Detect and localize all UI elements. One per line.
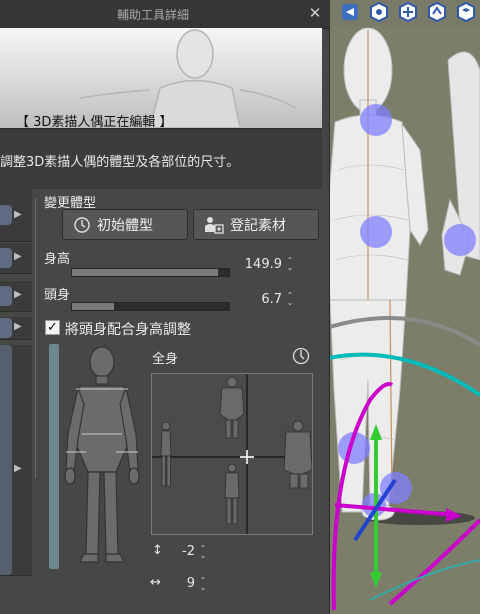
height-slider[interactable] [71, 268, 230, 277]
category-icon [0, 286, 12, 306]
horizontal-offset-value[interactable]: 9 [145, 576, 195, 591]
link-head-height-label: 將頭身配合身高調整 [65, 322, 191, 338]
reset-icon [74, 216, 90, 233]
head-ratio-label: 頭身 [44, 288, 71, 303]
pan-icon[interactable] [396, 0, 420, 24]
head-ratio-value[interactable]: 6.7 [232, 292, 282, 307]
initial-body-button[interactable]: 初始體型 [62, 209, 188, 240]
horizontal-offset-spin-icon[interactable]: ⌃ ⌄ [198, 577, 208, 592]
category-tab-5[interactable]: ▶ [0, 345, 32, 576]
preview-area: 【 3D素描人偶正在編輯 】 [0, 28, 322, 128]
vertical-offset-spin-icon[interactable]: ⌃ ⌄ [198, 545, 208, 560]
move-icon[interactable] [425, 0, 449, 24]
3d-scene[interactable] [330, 0, 480, 614]
height-label: 身高 [44, 252, 71, 267]
expand-arrow-icon[interactable]: ▶ [14, 321, 22, 332]
vertical-offset-value[interactable]: -2 [145, 544, 195, 559]
description-bar: 調整3D素描人偶的體型及各部位的尺寸。 [0, 128, 322, 190]
category-tab-4[interactable]: ▶ [0, 317, 32, 340]
category-icon [0, 248, 12, 268]
panel-content: ▶ ▶ ▶ ▶ ▶ 變更體型 初始體型 登記素材 身高 149.9 ⌃ ⌄ 頭身… [0, 189, 322, 614]
register-material-button-label: 登記素材 [230, 217, 286, 234]
height-slider-fill [72, 269, 218, 276]
head-ratio-spin-icon[interactable]: ⌃ ⌄ [285, 292, 295, 307]
editing-status-label: 【 3D素描人偶正在編輯 】 [16, 115, 173, 128]
category-tab-1[interactable]: ▶ [0, 189, 32, 242]
height-spin-icon[interactable]: ⌃ ⌄ [285, 257, 295, 272]
tree-connector-line [35, 198, 36, 478]
camera-move-icon[interactable] [338, 0, 362, 24]
head-ratio-slider-fill [72, 303, 115, 310]
register-material-icon [205, 216, 224, 234]
full-body-label: 全身 [152, 352, 179, 367]
layer-icon[interactable] [454, 0, 478, 24]
body-shape-grid-diagram [152, 374, 313, 534]
3d-viewport[interactable] [330, 0, 480, 614]
grid-silhouettes [160, 376, 313, 525]
close-icon[interactable]: ✕ [306, 4, 324, 22]
description-text: 調整3D素描人偶的體型及各部位的尺寸。 [0, 155, 240, 170]
link-head-height-checkbox[interactable]: ✓ [45, 320, 60, 335]
rotate-icon[interactable] [367, 0, 391, 24]
category-icon [0, 205, 12, 225]
crosshair-icon [240, 450, 254, 464]
panel-title: 輔助工具詳細 [116, 8, 189, 22]
expand-arrow-icon[interactable]: ▶ [14, 463, 22, 474]
body-figure-diagram[interactable] [56, 344, 148, 574]
reset-offset-icon[interactable] [292, 347, 310, 365]
viewport-toolbar [330, 0, 480, 26]
category-tab-2[interactable]: ▶ [0, 243, 32, 274]
category-icon [0, 318, 12, 338]
register-material-button[interactable]: 登記素材 [193, 209, 319, 240]
expand-arrow-icon[interactable]: ▶ [14, 289, 22, 300]
initial-body-button-label: 初始體型 [97, 217, 153, 234]
expand-arrow-icon[interactable]: ▶ [14, 251, 22, 262]
height-value[interactable]: 149.9 [232, 257, 282, 272]
panel-titlebar[interactable]: 輔助工具詳細 ✕ [0, 0, 330, 29]
head-ratio-slider[interactable] [71, 302, 230, 311]
tool-detail-panel: 輔助工具詳細 ✕ 【 3D素描人偶正在編輯 】 調整3D素描人偶的體型及各部位的… [0, 0, 330, 614]
expand-arrow-icon[interactable]: ▶ [14, 209, 22, 220]
body-shape-grid[interactable] [151, 373, 313, 535]
category-icon [0, 345, 12, 575]
category-tab-3[interactable]: ▶ [0, 281, 32, 312]
